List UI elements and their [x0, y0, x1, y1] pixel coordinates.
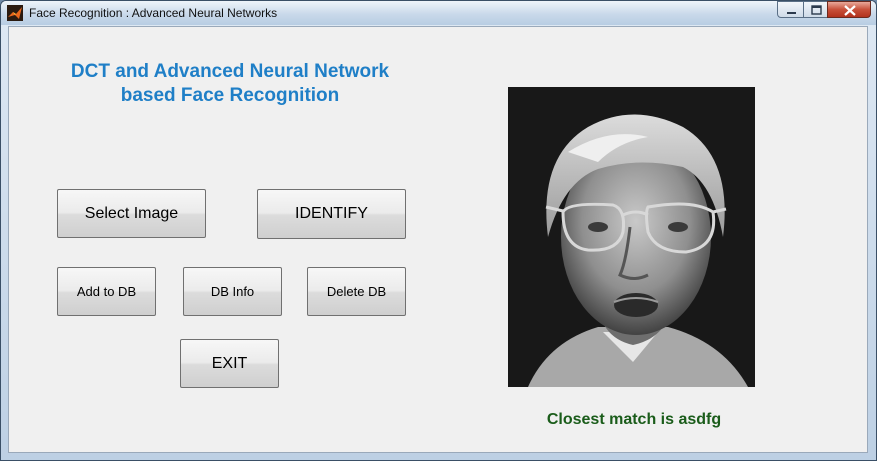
matlab-icon [7, 5, 23, 21]
title-bar[interactable]: Face Recognition : Advanced Neural Netwo… [1, 1, 876, 25]
minimize-icon [787, 12, 796, 14]
identify-label: IDENTIFY [295, 205, 368, 222]
heading-line-1: DCT and Advanced Neural Network [70, 61, 390, 82]
add-to-db-label: Add to DB [76, 284, 137, 299]
delete-db-button[interactable]: Delete DB [307, 267, 406, 316]
face-image [508, 87, 755, 387]
close-icon [844, 5, 856, 16]
maximize-icon [811, 5, 822, 15]
app-heading: DCT and Advanced Neural Network based Fa… [40, 60, 420, 108]
face-photo [508, 87, 755, 387]
window-title: Face Recognition : Advanced Neural Netwo… [29, 6, 278, 20]
add-to-db-button[interactable]: Add to DB [57, 267, 156, 316]
exit-label: EXIT [211, 355, 248, 372]
delete-db-label: Delete DB [326, 284, 387, 299]
exit-button[interactable]: EXIT [180, 339, 279, 388]
close-button[interactable] [827, 1, 871, 18]
maximize-button[interactable] [803, 1, 828, 18]
select-image-label: Select Image [84, 205, 179, 222]
identify-button[interactable]: IDENTIFY [257, 189, 406, 239]
db-info-label: DB Info [210, 284, 255, 299]
result-text: Closest match is asdfg [546, 411, 722, 428]
minimize-button[interactable] [777, 1, 804, 18]
select-image-button[interactable]: Select Image [57, 189, 206, 238]
heading-line-2: based Face Recognition [120, 85, 340, 106]
db-info-button[interactable]: DB Info [183, 267, 282, 316]
